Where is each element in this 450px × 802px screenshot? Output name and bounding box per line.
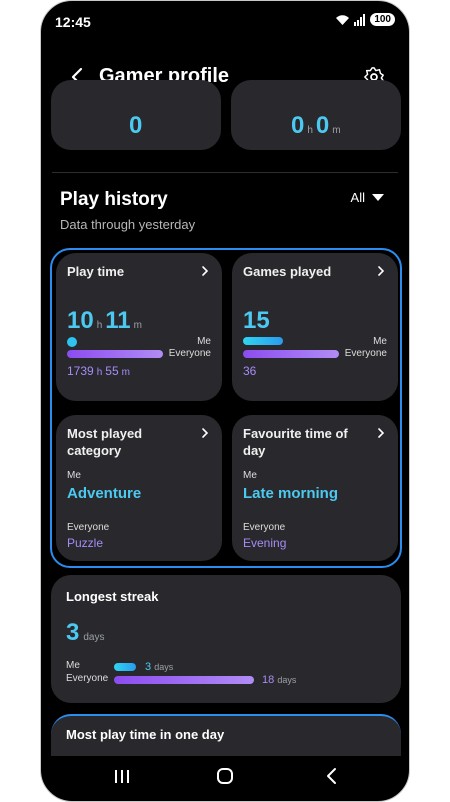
signal-icon [354, 13, 366, 26]
me-m-unit: m [133, 320, 142, 331]
status-icons: 100 [335, 13, 395, 26]
me-label: Me [66, 660, 80, 671]
section-subtitle: Data through yesterday [60, 217, 196, 232]
everyone-label: Everyone [67, 522, 110, 533]
everyone-time-value: Evening [243, 536, 287, 550]
divider [52, 172, 398, 173]
top-card-left: 0 [51, 80, 221, 150]
dropdown-arrow-icon [372, 194, 384, 201]
me-streak-number: 3 [145, 661, 152, 673]
recent-apps-icon[interactable] [112, 766, 132, 786]
ev-m-unit: m [121, 367, 130, 378]
top-summary-cards: 0 0h0m [42, 80, 408, 150]
everyone-bar [114, 676, 254, 684]
me-bar [114, 663, 136, 671]
everyone-label: Everyone [243, 522, 286, 533]
me-streak-unit: days [154, 662, 174, 672]
status-bar: 12:45 100 [42, 2, 408, 42]
me-label: Me [373, 336, 387, 347]
battery-badge: 100 [370, 13, 395, 26]
me-h-unit: h [96, 320, 103, 331]
chevron-right-icon [378, 428, 385, 438]
everyone-label: Everyone [66, 673, 109, 684]
top-card-right: 0h0m [231, 80, 401, 150]
most-played-category-card[interactable]: Most played category Me Adventure Everyo… [56, 415, 222, 561]
nav-back-icon[interactable] [322, 766, 342, 786]
home-icon[interactable] [216, 767, 234, 785]
me-label: Me [243, 470, 257, 481]
chevron-right-icon [378, 266, 385, 276]
streak-value: 3 days [66, 619, 104, 647]
section-title: Play history [60, 189, 168, 210]
filter-label: All [350, 190, 365, 205]
me-label: Me [197, 336, 211, 347]
me-bar [67, 337, 77, 347]
streak-number: 3 [66, 619, 80, 646]
device-frame: 12:45 100 Gamer profile 0 0 h 0 m Play h… [40, 0, 410, 802]
navigation-bar [42, 756, 408, 800]
me-minutes: 11 [105, 307, 131, 334]
me-category-value: Adventure [67, 485, 142, 502]
ev-hours: 1739 [67, 364, 94, 378]
ev-h-unit: h [96, 367, 103, 378]
everyone-label: Everyone [344, 348, 387, 359]
everyone-playtime-value: 1739 h 55 m [67, 364, 133, 378]
wifi-icon [336, 14, 350, 25]
ev-minutes: 55 [105, 364, 119, 378]
me-games-value: 15 [243, 307, 270, 334]
screen: 12:45 100 Gamer profile 0 0 h 0 m Play h… [42, 2, 408, 800]
top-right-value: 0h0m [291, 112, 344, 140]
favourite-time-card[interactable]: Favourite time of day Me Late morning Ev… [232, 415, 398, 561]
card-label: Most played category [67, 426, 143, 458]
everyone-category-value: Puzzle [67, 536, 104, 550]
ev-streak-number: 18 [262, 674, 275, 686]
everyone-label: Everyone [168, 348, 211, 359]
me-playtime-value: 10 h 11 m [67, 307, 145, 335]
phone: 12:45 100 Gamer profile 0 0 h 0 m Play h… [40, 0, 410, 802]
everyone-streak-value: 18 days [262, 674, 296, 686]
everyone-games-value: 36 [243, 364, 257, 378]
streak-unit: days [83, 632, 105, 643]
streak-title: Longest streak [66, 589, 159, 604]
me-hours: 10 [67, 307, 94, 334]
most-play-title: Most play time in one day [66, 727, 225, 742]
card-label: Favourite time of day [243, 426, 348, 458]
top-right-minutes: 0 [315, 112, 330, 139]
me-streak-value: 3 days [145, 661, 173, 673]
top-left-value: 0 [129, 112, 143, 139]
longest-streak-card[interactable]: Longest streak 3 days Me Everyone 3 days … [51, 575, 401, 703]
top-right-h-unit: h [307, 125, 313, 136]
play-time-card[interactable]: Play time 10 h 11 m Me Everyone 1739 h 55 m [56, 253, 222, 401]
top-right-m-unit: m [332, 125, 341, 136]
status-time: 12:45 [55, 14, 91, 30]
card-label: Games played [243, 264, 332, 279]
ev-streak-unit: days [277, 675, 297, 685]
filter-dropdown[interactable]: All [351, 190, 384, 205]
games-played-card[interactable]: Games played 15 Me Everyone 36 [232, 253, 398, 401]
everyone-bar [243, 350, 339, 358]
me-bar [243, 337, 283, 345]
top-right-hours: 0 [291, 112, 305, 139]
me-time-value: Late morning [243, 485, 339, 502]
chevron-right-icon [202, 428, 209, 438]
everyone-bar [67, 350, 163, 358]
card-label: Play time [67, 264, 125, 279]
me-label: Me [67, 470, 81, 481]
chevron-right-icon [202, 266, 209, 276]
